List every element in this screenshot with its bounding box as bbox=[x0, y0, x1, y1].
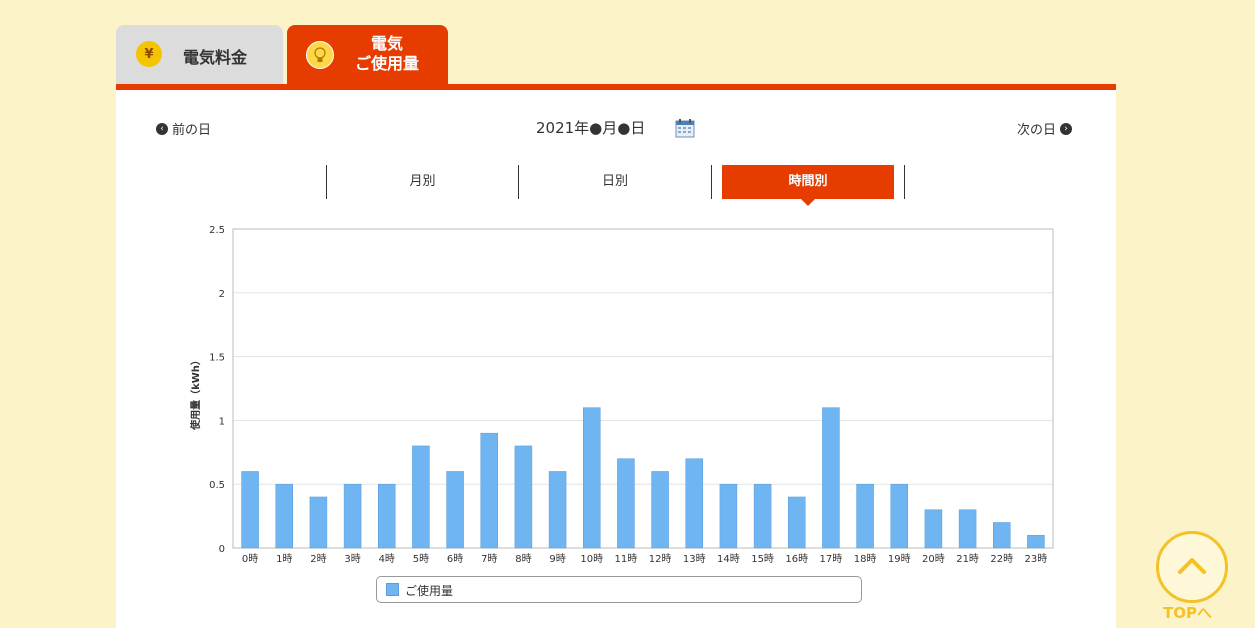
x-tick-label: 8時 bbox=[515, 553, 531, 565]
bar bbox=[856, 483, 874, 549]
chevron-right-icon: › bbox=[1060, 122, 1073, 135]
x-tick-label: 4時 bbox=[379, 553, 395, 565]
y-tick-label: 0.5 bbox=[209, 480, 225, 491]
tab-label-line1: 電気 bbox=[370, 34, 403, 53]
date-display: 2021年●月●日 bbox=[536, 119, 646, 137]
x-tick-label: 20時 bbox=[922, 553, 945, 565]
calendar-icon[interactable] bbox=[675, 119, 695, 138]
x-tick-label: 5時 bbox=[413, 553, 429, 565]
y-axis-title: 使用量（kWh） bbox=[189, 355, 202, 431]
legend-swatch bbox=[386, 583, 399, 596]
prev-day-label: 前の日 bbox=[172, 123, 212, 138]
bar bbox=[993, 522, 1011, 549]
top-label: TOPへ bbox=[1163, 604, 1212, 622]
prev-day-link[interactable]: ‹ 前の日 bbox=[156, 119, 211, 138]
bar bbox=[309, 496, 328, 549]
bar bbox=[651, 471, 669, 549]
bar bbox=[1027, 534, 1045, 549]
legend-label: ご使用量 bbox=[405, 584, 454, 598]
x-tick-label: 2時 bbox=[310, 553, 326, 565]
x-tick-label: 11時 bbox=[615, 553, 638, 565]
bar bbox=[958, 509, 977, 549]
x-tick-label: 14時 bbox=[717, 553, 740, 565]
chevron-left-icon: ‹ bbox=[156, 122, 168, 135]
bar bbox=[719, 483, 738, 549]
tab-divider bbox=[711, 165, 712, 199]
x-tick-label: 1時 bbox=[276, 553, 292, 565]
bar bbox=[480, 432, 498, 549]
x-tick-label: 13時 bbox=[683, 553, 706, 565]
bar bbox=[788, 496, 806, 549]
tab-monthly[interactable]: 月別 bbox=[327, 165, 518, 199]
usage-bar-chart: 2.5 2 1.5 1 0.5 0 0時 1時 2時 3時 4時 5時 6時 7時 8時 9時 10時 11時 12… bbox=[189, 225, 1054, 565]
y-tick-label: 2 bbox=[219, 289, 225, 300]
x-tick-label: 18時 bbox=[854, 553, 877, 565]
x-tick-label: 3時 bbox=[344, 553, 360, 565]
tab-daily[interactable]: 日別 bbox=[519, 165, 711, 199]
x-tick-label: 15時 bbox=[751, 553, 774, 565]
x-tick-label: 21時 bbox=[956, 553, 979, 565]
bar bbox=[343, 483, 362, 549]
bar bbox=[617, 458, 635, 549]
bar bbox=[378, 483, 396, 549]
x-tick-label: 22時 bbox=[990, 553, 1013, 565]
x-tick-label: 0時 bbox=[242, 553, 258, 565]
bar bbox=[822, 407, 840, 549]
bar bbox=[685, 458, 703, 549]
next-day-label: 次の日 bbox=[1017, 123, 1057, 138]
tab-label-line2: ご使用量 bbox=[354, 54, 419, 73]
y-tick-label: 1 bbox=[219, 416, 225, 427]
bar bbox=[753, 483, 772, 549]
bar bbox=[583, 407, 601, 549]
x-tick-label: 6時 bbox=[447, 553, 463, 565]
bar bbox=[890, 483, 908, 549]
x-tick-label: 19時 bbox=[888, 553, 911, 565]
x-tick-label: 16時 bbox=[785, 553, 808, 565]
x-tick-label: 12時 bbox=[649, 553, 672, 565]
bar bbox=[514, 445, 533, 549]
y-tick-label: 2.5 bbox=[209, 225, 225, 236]
lightbulb-icon bbox=[306, 41, 334, 69]
bar bbox=[412, 445, 430, 549]
tab-electricity-bill[interactable]: ¥ 電気料金 bbox=[116, 25, 283, 85]
tab-divider bbox=[904, 165, 905, 199]
chart-legend: ご使用量 bbox=[376, 576, 862, 603]
x-tick-label: 23時 bbox=[1025, 553, 1048, 565]
x-tick-label: 10時 bbox=[580, 553, 603, 565]
yen-bulb-icon: ¥ bbox=[136, 41, 162, 67]
chevron-up-icon bbox=[1178, 558, 1206, 574]
x-tick-label: 17時 bbox=[820, 553, 843, 565]
tab-label: 電気料金 bbox=[183, 48, 248, 67]
tab-electricity-usage[interactable]: 電気 ご使用量 bbox=[287, 25, 448, 85]
next-day-link[interactable]: 次の日 › bbox=[1017, 119, 1073, 138]
tab-label: 電気 ご使用量 bbox=[351, 34, 423, 74]
bar bbox=[548, 471, 567, 549]
back-to-top-button[interactable]: TOPへ bbox=[1155, 530, 1229, 628]
bar bbox=[446, 471, 464, 549]
y-tick-label: 1.5 bbox=[209, 353, 225, 364]
x-tick-label: 9時 bbox=[549, 553, 565, 565]
bar bbox=[241, 471, 259, 549]
bar bbox=[275, 483, 293, 549]
tab-hourly[interactable]: 時間別 bbox=[722, 165, 894, 206]
bar bbox=[924, 509, 943, 549]
x-tick-label: 7時 bbox=[481, 553, 497, 565]
top-circle bbox=[1156, 531, 1228, 603]
y-tick-label: 0 bbox=[219, 544, 225, 555]
